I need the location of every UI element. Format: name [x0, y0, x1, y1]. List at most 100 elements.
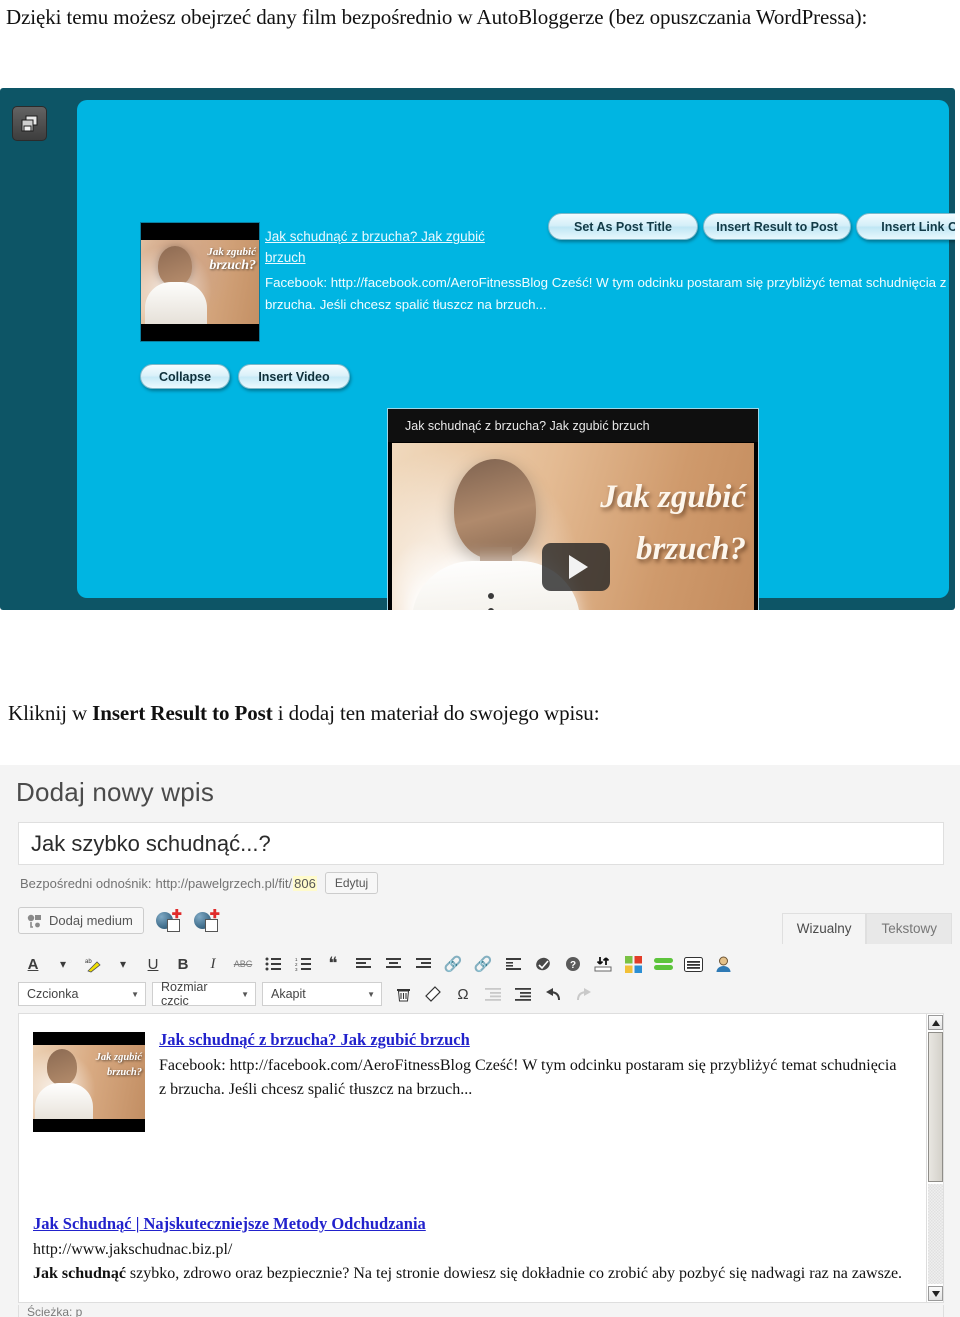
editor-embedded-thumbnail[interactable]: Jak zgubić brzuch? — [33, 1032, 145, 1132]
bullet-list-icon[interactable] — [258, 951, 288, 977]
editor-paragraph-description: Facebook: http://facebook.com/AeroFitnes… — [159, 1057, 897, 1098]
align-right-icon[interactable] — [408, 951, 438, 977]
outdent-icon[interactable] — [478, 981, 508, 1007]
more-tag-icon[interactable] — [498, 951, 528, 977]
insert-video-button[interactable]: Insert Video — [238, 364, 350, 389]
tab-tekstowy[interactable]: Tekstowy — [866, 913, 952, 944]
svg-text:ab: ab — [85, 959, 92, 965]
font-family-value: Czcionka — [27, 987, 79, 1001]
media-row: Dodaj medium ✚ ✚ — [18, 907, 220, 934]
paragraph-format-value: Akapit — [271, 987, 306, 1001]
insert-result-to-post-button[interactable]: Insert Result to Post — [703, 213, 851, 240]
user-icon[interactable] — [708, 951, 738, 977]
indent-icon[interactable] — [508, 981, 538, 1007]
editor-scrollbar[interactable] — [926, 1014, 943, 1302]
video-title-bar: Jak schudnąć z brzucha? Jak zgubić brzuc… — [388, 409, 758, 442]
italic-icon[interactable]: I — [198, 951, 228, 977]
chevron-down-icon: ▼ — [241, 989, 249, 999]
insert-link-only-button[interactable]: Insert Link Only — [856, 213, 955, 240]
align-center-icon[interactable] — [378, 951, 408, 977]
editor-link-video-title[interactable]: Jak schudnąć z brzucha? Jak zgubić brzuc… — [159, 1030, 899, 1050]
add-media-button[interactable]: Dodaj medium — [18, 907, 144, 934]
tab-wizualny[interactable]: Wizualny — [781, 913, 867, 944]
scroll-up-arrow-icon[interactable] — [928, 1015, 943, 1030]
add-media-label: Dodaj medium — [49, 913, 133, 928]
wordpress-editor-screenshot: Dodaj nowy wpis Jak szybko schudnąć...? … — [0, 765, 960, 1317]
intro-paragraph: Dzięki temu możesz obejrzeć dany film be… — [6, 5, 868, 29]
add-playlist-globe-icon[interactable]: ✚ — [193, 908, 220, 932]
page-root: Dzięki temu możesz obejrzeć dany film be… — [0, 0, 960, 1317]
undo-icon[interactable] — [538, 981, 568, 1007]
thumbnail-overlay-line1: Jak zgubić — [207, 246, 256, 258]
thumbnail-overlay-text: Jak zgubić brzuch? — [182, 245, 256, 273]
blockquote-icon[interactable]: ❝ — [318, 951, 348, 977]
svg-text:?: ? — [570, 960, 576, 971]
autoblogger-results-area: Jak zgubić brzuch? Jak schudnąć z brzuch… — [77, 100, 955, 610]
highlight-color-chevron-icon[interactable]: ▾ — [108, 951, 138, 977]
mid-paragraph-after: i dodaj ten materiał do swojego wpisu: — [272, 701, 600, 725]
video-overlay-line1: Jak zgubić — [600, 479, 746, 515]
numbered-list-icon[interactable]: 1 2 3 — [288, 951, 318, 977]
collapse-button[interactable]: Collapse — [140, 364, 230, 389]
thumbnail-overlay-line2: brzuch? — [209, 258, 256, 273]
spellcheck-icon[interactable] — [528, 951, 558, 977]
bold-icon[interactable]: B — [168, 951, 198, 977]
help-icon[interactable]: ? — [558, 951, 588, 977]
eraser-icon[interactable] — [418, 981, 448, 1007]
editor-paragraph-site-rest: szybko, zdrowo oraz bezpiecznie? Na tej … — [125, 1265, 903, 1282]
insert-bar-icon[interactable] — [648, 951, 678, 977]
mid-paragraph: Kliknij w Insert Result to Post i dodaj … — [8, 700, 952, 727]
shirt-buttons — [488, 593, 495, 610]
chevron-down-icon: ▼ — [131, 989, 139, 999]
font-family-select[interactable]: Czcionka ▼ — [18, 982, 146, 1006]
edit-permalink-button[interactable]: Edytuj — [324, 872, 379, 894]
editor-toolbar-row-1: A ▾ ab ▾ U B I ABC 1 2 3 ❝ 🔗 🔗 ? — [18, 950, 944, 978]
align-left-icon[interactable] — [348, 951, 378, 977]
editor-thumbnail-overlay: Jak zgubić brzuch? — [72, 1050, 142, 1080]
highlight-color-icon[interactable]: ab — [78, 951, 108, 977]
strikethrough-icon[interactable]: ABC — [228, 951, 258, 977]
mid-paragraph-bold: Insert Result to Post — [92, 701, 273, 725]
underline-icon[interactable]: U — [138, 951, 168, 977]
add-video-globe-icon[interactable]: ✚ — [155, 908, 182, 932]
autoblogger-panel: Jak zgubić brzuch? Jak schudnąć z brzuch… — [0, 88, 955, 610]
import-export-icon[interactable] — [588, 951, 618, 977]
editor-link-site-title[interactable]: Jak Schudnąć | Najskuteczniejsze Metody … — [33, 1214, 753, 1234]
insert-table-icon[interactable] — [618, 951, 648, 977]
permalink-row: Bezpośredni odnośnik: http://pawelgrzech… — [20, 871, 379, 895]
text-color-icon[interactable]: A — [18, 951, 48, 977]
editor-thumbnail-line2: brzuch? — [106, 1067, 142, 1078]
editor-site-url: http://www.jakschudnac.biz.pl/ — [33, 1241, 233, 1258]
scrollbar-track[interactable] — [928, 1184, 943, 1284]
video-stage[interactable]: Jak zgubić brzuch? — [392, 443, 754, 610]
person-head — [454, 459, 536, 559]
youtube-player[interactable]: Jak schudnąć z brzucha? Jak zgubić brzuc… — [387, 408, 759, 610]
special-character-icon[interactable]: Ω — [448, 981, 478, 1007]
result-title-link[interactable]: Jak schudnąć z brzucha? Jak zgubić brzuc… — [265, 226, 527, 268]
editor-content-area[interactable]: Jak zgubić brzuch? Jak schudnąć z brzuch… — [18, 1013, 944, 1303]
page-title: Dodaj nowy wpis — [16, 777, 215, 807]
result-thumbnail[interactable]: Jak zgubić brzuch? — [140, 222, 260, 342]
redo-icon[interactable] — [568, 981, 598, 1007]
editor-toolbar-row-2: Czcionka ▼ Rozmiar czcic ▼ Akapit ▼ Ω — [18, 980, 944, 1008]
editor-paragraph-site-description: Jak schudnąć szybko, zdrowo oraz bezpiec… — [33, 1262, 913, 1286]
window-restore-icon[interactable] — [12, 106, 47, 141]
font-size-select[interactable]: Rozmiar czcic ▼ — [152, 980, 256, 1008]
unlink-icon[interactable]: 🔗 — [468, 951, 498, 977]
trash-icon[interactable] — [388, 981, 418, 1007]
permalink-url: http://pawelgrzech.pl/fit/ — [155, 875, 293, 891]
editor-paragraph-site-bold: Jak schudnąć — [33, 1265, 126, 1282]
mid-paragraph-before: Kliknij w — [8, 701, 93, 725]
svg-text:3: 3 — [295, 967, 298, 971]
set-as-post-title-button[interactable]: Set As Post Title — [548, 213, 698, 240]
insert-page-icon[interactable] — [678, 951, 708, 977]
insert-link-icon[interactable]: 🔗 — [438, 951, 468, 977]
scrollbar-thumb[interactable] — [928, 1032, 943, 1182]
scroll-down-arrow-icon[interactable] — [928, 1286, 943, 1301]
text-color-chevron-icon[interactable]: ▾ — [48, 951, 78, 977]
result-description: Facebook: http://facebook.com/AeroFitnes… — [265, 275, 947, 312]
font-size-value: Rozmiar czcic — [161, 980, 208, 1008]
post-title-input[interactable]: Jak szybko schudnąć...? — [18, 822, 944, 865]
paragraph-format-select[interactable]: Akapit ▼ — [262, 982, 382, 1006]
big-play-button-icon[interactable] — [542, 543, 610, 591]
